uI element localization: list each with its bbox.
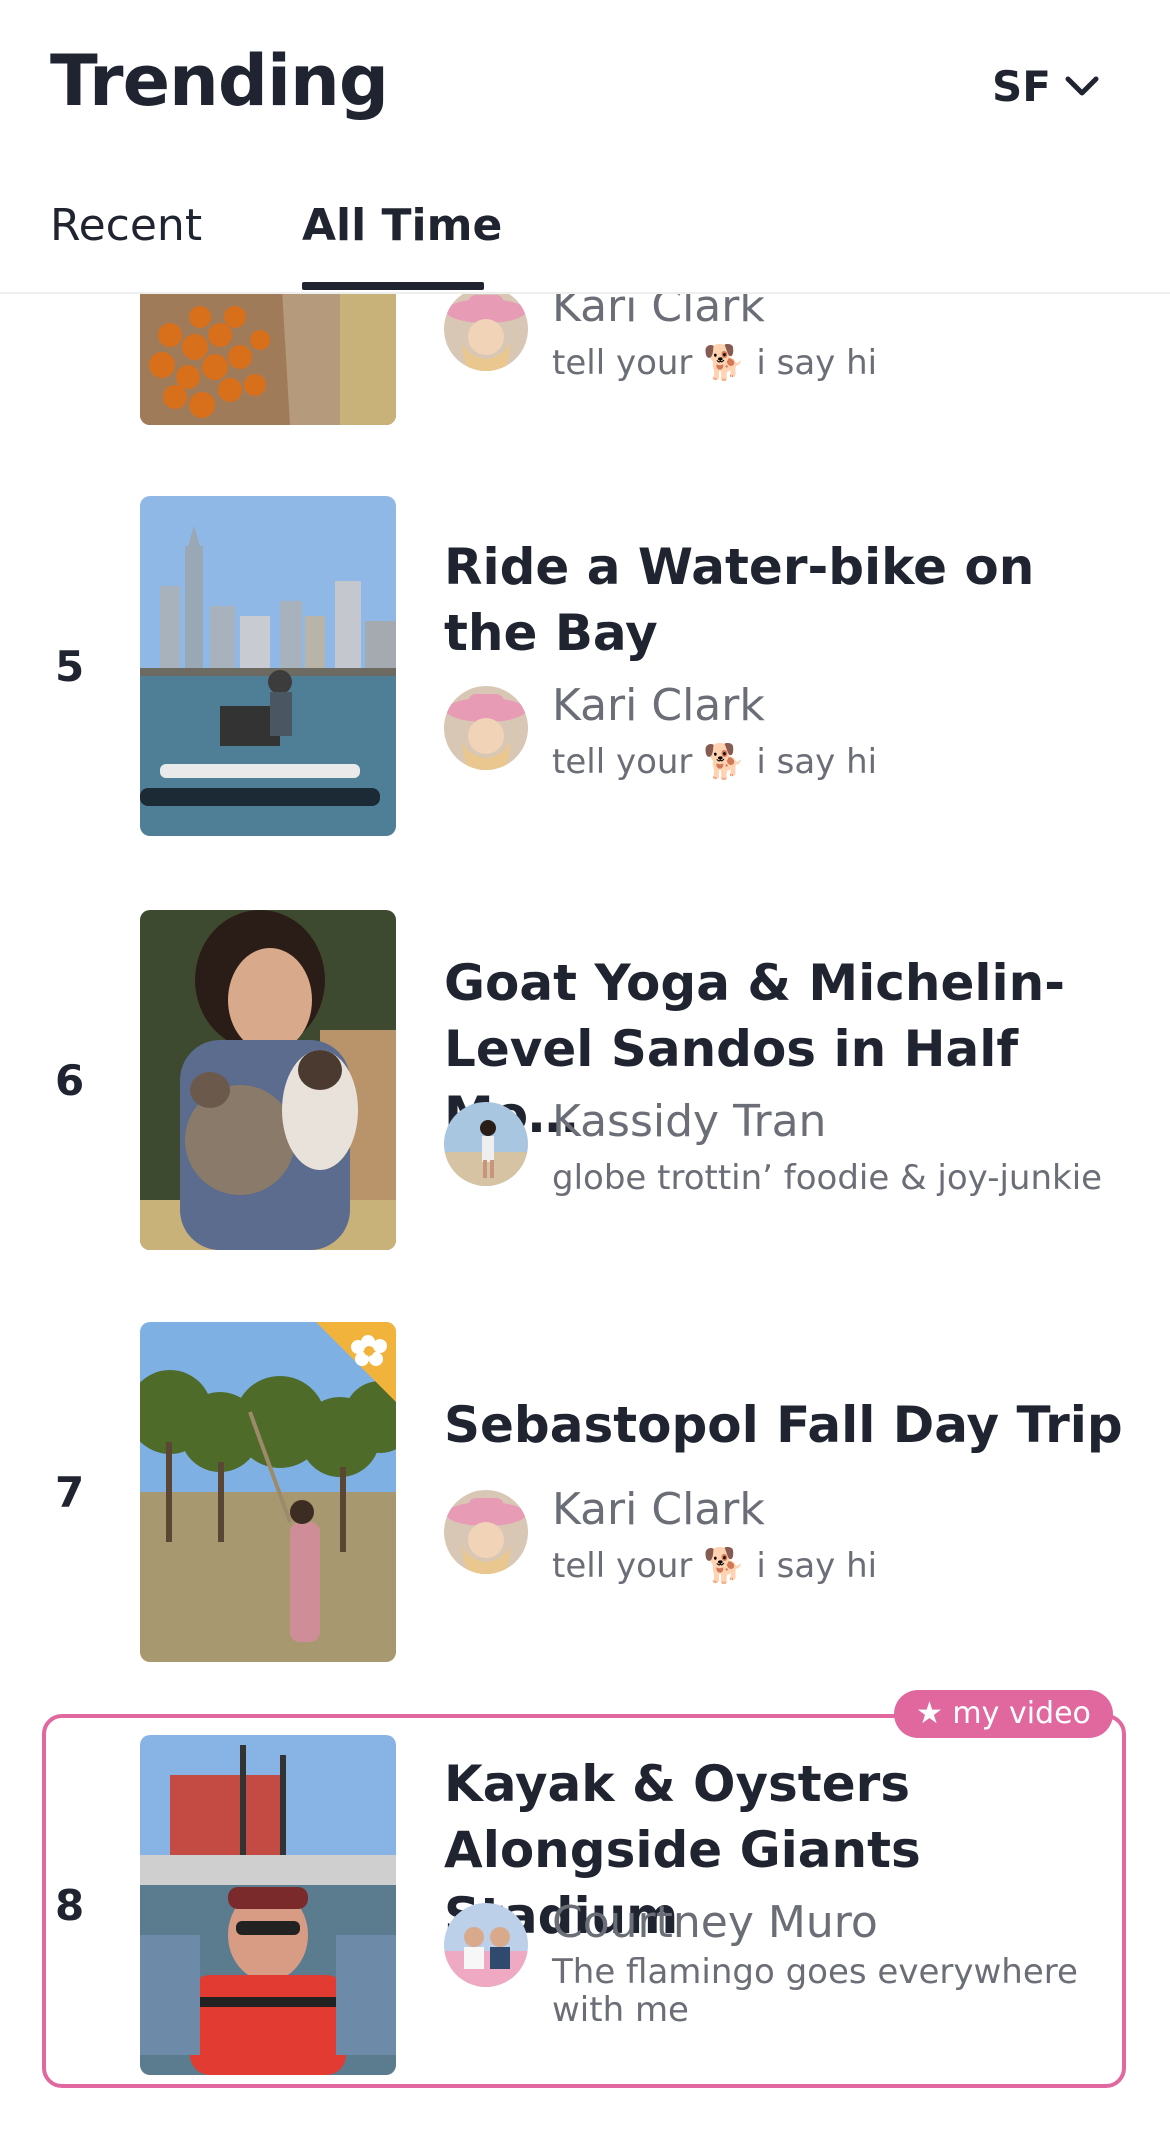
active-tab-indicator [302, 282, 484, 290]
list-item[interactable]: 6 Goat Yoga & Michelin-Level Sandos in H… [0, 910, 1170, 1250]
avatar [444, 686, 528, 770]
bio-text: i say hi [756, 742, 878, 782]
avatar [444, 1490, 528, 1574]
author-row[interactable]: Kari Clark tell your 🐕 i say hi [444, 1484, 1144, 1590]
tab-bar: Recent All Time [0, 190, 1170, 292]
author-bio: tell your 🐕 i say hi [552, 742, 877, 782]
author-row[interactable]: Kari Clark tell your 🐕 i say hi [444, 281, 1144, 387]
author-bio: The flamingo goes everywhere with me [552, 1952, 1078, 2030]
avatar [444, 1102, 528, 1186]
author-row[interactable]: Courtney Muro The flamingo goes everywhe… [444, 1897, 1144, 2029]
author-name: Kari Clark [552, 680, 765, 731]
item-title: Sebastopol Fall Day Trip [444, 1396, 1123, 1454]
dog-emoji-icon: 🐕 [703, 742, 746, 782]
rank-number: 6 [55, 1056, 85, 1105]
author-row[interactable]: Kari Clark tell your 🐕 i say hi [444, 680, 1144, 786]
rank-number: 7 [55, 1468, 85, 1517]
author-name: Kassidy Tran [552, 1096, 827, 1147]
list-item[interactable]: 5 Ride a Water-bike on the Bay Kari Clar… [0, 496, 1170, 836]
tab-all-time[interactable]: All Time [302, 200, 502, 275]
header: Trending SF Recent All Time [0, 0, 1170, 294]
avatar [444, 1903, 528, 1987]
bio-text: tell your [552, 343, 693, 383]
thumbnail-goat-yoga [140, 910, 396, 1250]
city-label: SF [992, 62, 1051, 111]
chevron-down-icon [1065, 76, 1099, 95]
rank-number: 5 [55, 642, 85, 691]
author-bio: globe trottin’ foodie & joy-junkie [552, 1158, 1103, 1198]
list-item[interactable]: 7 Sebastopol Fall Day Trip Kari Clark te… [0, 1322, 1170, 1662]
avatar [444, 287, 528, 371]
thumbnail-sebastopol [140, 1322, 396, 1662]
item-title: Ride a Water-bike on the Bay [444, 538, 1035, 662]
thumbnail-water-bike [140, 496, 396, 836]
author-bio: tell your 🐕 i say hi [552, 1546, 877, 1586]
city-selector[interactable]: SF [992, 62, 1099, 111]
author-bio: tell your 🐕 i say hi [552, 343, 877, 383]
dog-emoji-icon: 🐕 [703, 1546, 746, 1586]
bio-text: tell your [552, 1546, 693, 1586]
page-title: Trending [50, 40, 389, 122]
bio-text: tell your [552, 742, 693, 782]
dog-emoji-icon: 🐕 [703, 343, 746, 383]
author-name: Kari Clark [552, 1484, 765, 1535]
author-name: Courtney Muro [552, 1897, 878, 1948]
list-item[interactable]: 8 Kayak & Oysters Alongside Giants Stadi… [0, 1735, 1170, 2075]
thumbnail-kayak [140, 1735, 396, 2075]
author-row[interactable]: Kassidy Tran globe trottin’ foodie & joy… [444, 1096, 1144, 1202]
bio-text: i say hi [756, 343, 878, 383]
bio-text: i say hi [756, 1546, 878, 1586]
my-video-badge: ★ my video [894, 1690, 1113, 1738]
tab-recent[interactable]: Recent [50, 200, 202, 275]
rank-number: 8 [55, 1881, 85, 1930]
